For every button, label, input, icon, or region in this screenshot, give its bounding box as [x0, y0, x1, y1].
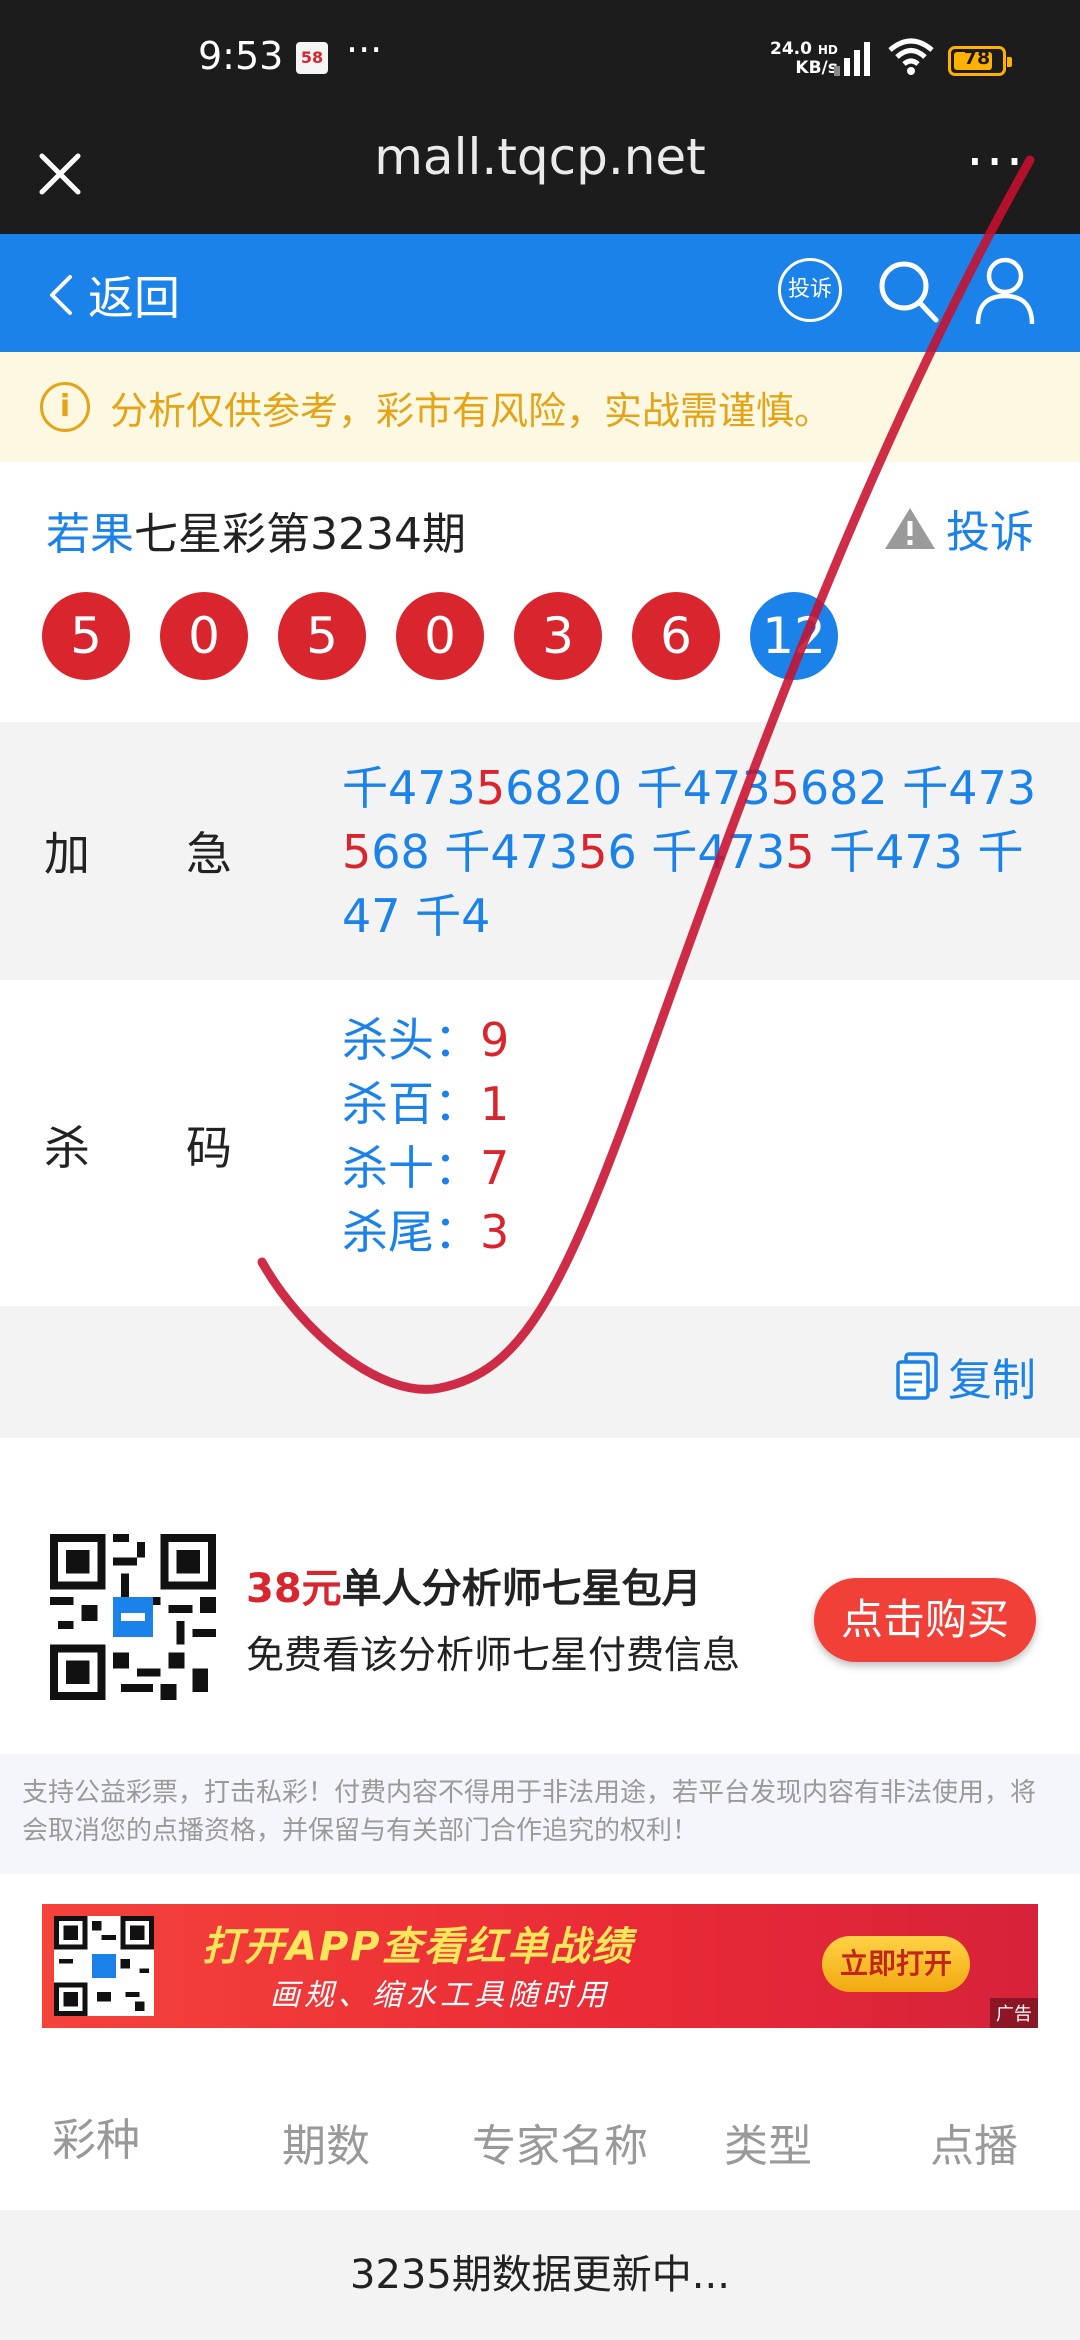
report-button[interactable]: 投诉: [882, 496, 1034, 560]
highlight-digit: 5: [770, 761, 800, 815]
issue-title: 若果七星彩第3234期: [46, 498, 466, 562]
qr-code: [50, 1534, 216, 1700]
risk-notice: i 分析仅供参考，彩市有风险，实战需谨慎。: [0, 352, 1080, 462]
info-icon: i: [40, 382, 90, 432]
column-header: 期数: [282, 2121, 370, 2172]
chevron-left-icon: [50, 275, 72, 315]
report-label: 投诉: [946, 507, 1034, 558]
banner-qr-code: [54, 1916, 154, 2016]
promo-title: 38元单人分析师七星包月: [246, 1566, 702, 1612]
signal-icon: [834, 42, 870, 76]
search-icon[interactable]: [876, 256, 942, 326]
battery-icon: 78: [948, 46, 1012, 76]
issue-name: 七星彩第3234期: [134, 509, 466, 560]
copy-label: 复制: [948, 1355, 1036, 1406]
nav-bar: 返回 投诉: [0, 234, 1080, 352]
ad-tag: 广告: [990, 1998, 1038, 2028]
back-button[interactable]: 返回: [48, 262, 180, 328]
highlight-digit: 5: [475, 761, 506, 815]
open-app-banner[interactable]: 打开APP查看红单战绩 画规、缩水工具随时用 立即打开 广告: [42, 1904, 1038, 2028]
browser-toolbar: mall.tqcp.net ···: [0, 120, 1080, 234]
promo-price: 38元: [246, 1566, 342, 1612]
status-bar: 9:53 58 ··· 24.0 HD KB/s 78: [0, 0, 1080, 120]
copy-button[interactable]: 复制: [894, 1344, 1036, 1408]
number-text: 6 千473: [607, 825, 786, 879]
promo-subtitle: 免费看该分析师七星付费信息: [246, 1633, 741, 1677]
column-header: 类型: [724, 2121, 812, 2172]
kill-item: 杀头：9: [342, 1013, 510, 1067]
draw-ball: 5: [278, 592, 366, 680]
browser-menu-icon[interactable]: ···: [966, 130, 1025, 195]
legal-disclaimer: 支持公益彩票，打击私彩！付费内容不得用于非法用途，若平台发现内容有非法使用，将会…: [0, 1754, 1080, 1874]
shama-row: 杀码 杀头：9 杀百：1 杀十：7 杀尾：3: [0, 980, 1080, 1306]
highlight-digit: 5: [578, 825, 608, 879]
network-speed: 24.0 HD KB/s: [770, 39, 838, 78]
number-text: 682 千473: [799, 761, 1037, 815]
draw-ball: 0: [160, 592, 248, 680]
draw-numbers: 5 0 5 0 3 6 12: [42, 592, 868, 680]
shama-label: 杀码: [44, 1121, 232, 1175]
table-header: 彩种 期数 专家名称 类型 点播: [0, 2064, 1080, 2210]
kill-item: 杀十：7: [342, 1141, 510, 1195]
jiaji-content: 千47356820 千4735682 千473 568 千47356 千4735…: [342, 756, 1042, 948]
banner-subtitle: 画规、缩水工具随时用: [270, 1978, 610, 2013]
copy-icon: [896, 1352, 938, 1400]
column-header: 彩种: [52, 2115, 140, 2166]
copy-bar: 复制: [0, 1306, 1080, 1438]
app-notification-icon: 58: [296, 42, 328, 74]
column-header: 点播: [930, 2121, 1018, 2172]
back-label: 返回: [88, 271, 180, 325]
subscription-promo: 38元单人分析师七星包月 免费看该分析师七星付费信息 点击购买: [0, 1438, 1080, 1754]
jiaji-row: 加急 千47356820 千4735682 千473 568 千47356 千4…: [0, 722, 1080, 980]
complain-button[interactable]: 投诉: [778, 258, 842, 322]
kill-item: 杀百：1: [342, 1077, 510, 1131]
number-text: 6820 千473: [505, 761, 771, 815]
wifi-icon: [888, 38, 934, 75]
draw-ball: 3: [514, 592, 602, 680]
column-header: 专家名称: [472, 2121, 648, 2172]
draw-ball: 5: [42, 592, 130, 680]
warning-icon: [885, 508, 935, 549]
more-notifications-icon: ···: [346, 28, 383, 72]
buy-button[interactable]: 点击购买: [814, 1578, 1036, 1662]
update-status: 3235期数据更新中...: [0, 2210, 1080, 2340]
user-icon[interactable]: [972, 254, 1038, 326]
browser-url[interactable]: mall.tqcp.net: [0, 128, 1080, 186]
open-app-button[interactable]: 立即打开: [822, 1936, 970, 1992]
draw-ball: 6: [632, 592, 720, 680]
issue-header: 若果七星彩第3234期 投诉 5 0 5 0 3 6 12: [0, 462, 1080, 722]
highlight-digit: 5: [785, 825, 815, 879]
status-time: 9:53: [198, 34, 284, 78]
kill-item: 杀尾：3: [342, 1205, 510, 1259]
draw-ball-special: 12: [750, 592, 838, 680]
number-text: 千473: [342, 761, 476, 815]
highlight-digit: 5: [342, 825, 372, 879]
risk-notice-text: 分析仅供参考，彩市有风险，实战需谨慎。: [110, 388, 833, 433]
number-text: 68 千473: [371, 825, 579, 879]
analyst-name[interactable]: 若果: [46, 509, 134, 560]
banner-title: 打开APP查看红单战绩: [202, 1924, 634, 1970]
draw-ball: 0: [396, 592, 484, 680]
jiaji-label: 加急: [44, 827, 232, 881]
shama-content: 杀头：9 杀百：1 杀十：7 杀尾：3: [342, 1008, 1042, 1264]
battery-level: 78: [963, 47, 991, 69]
